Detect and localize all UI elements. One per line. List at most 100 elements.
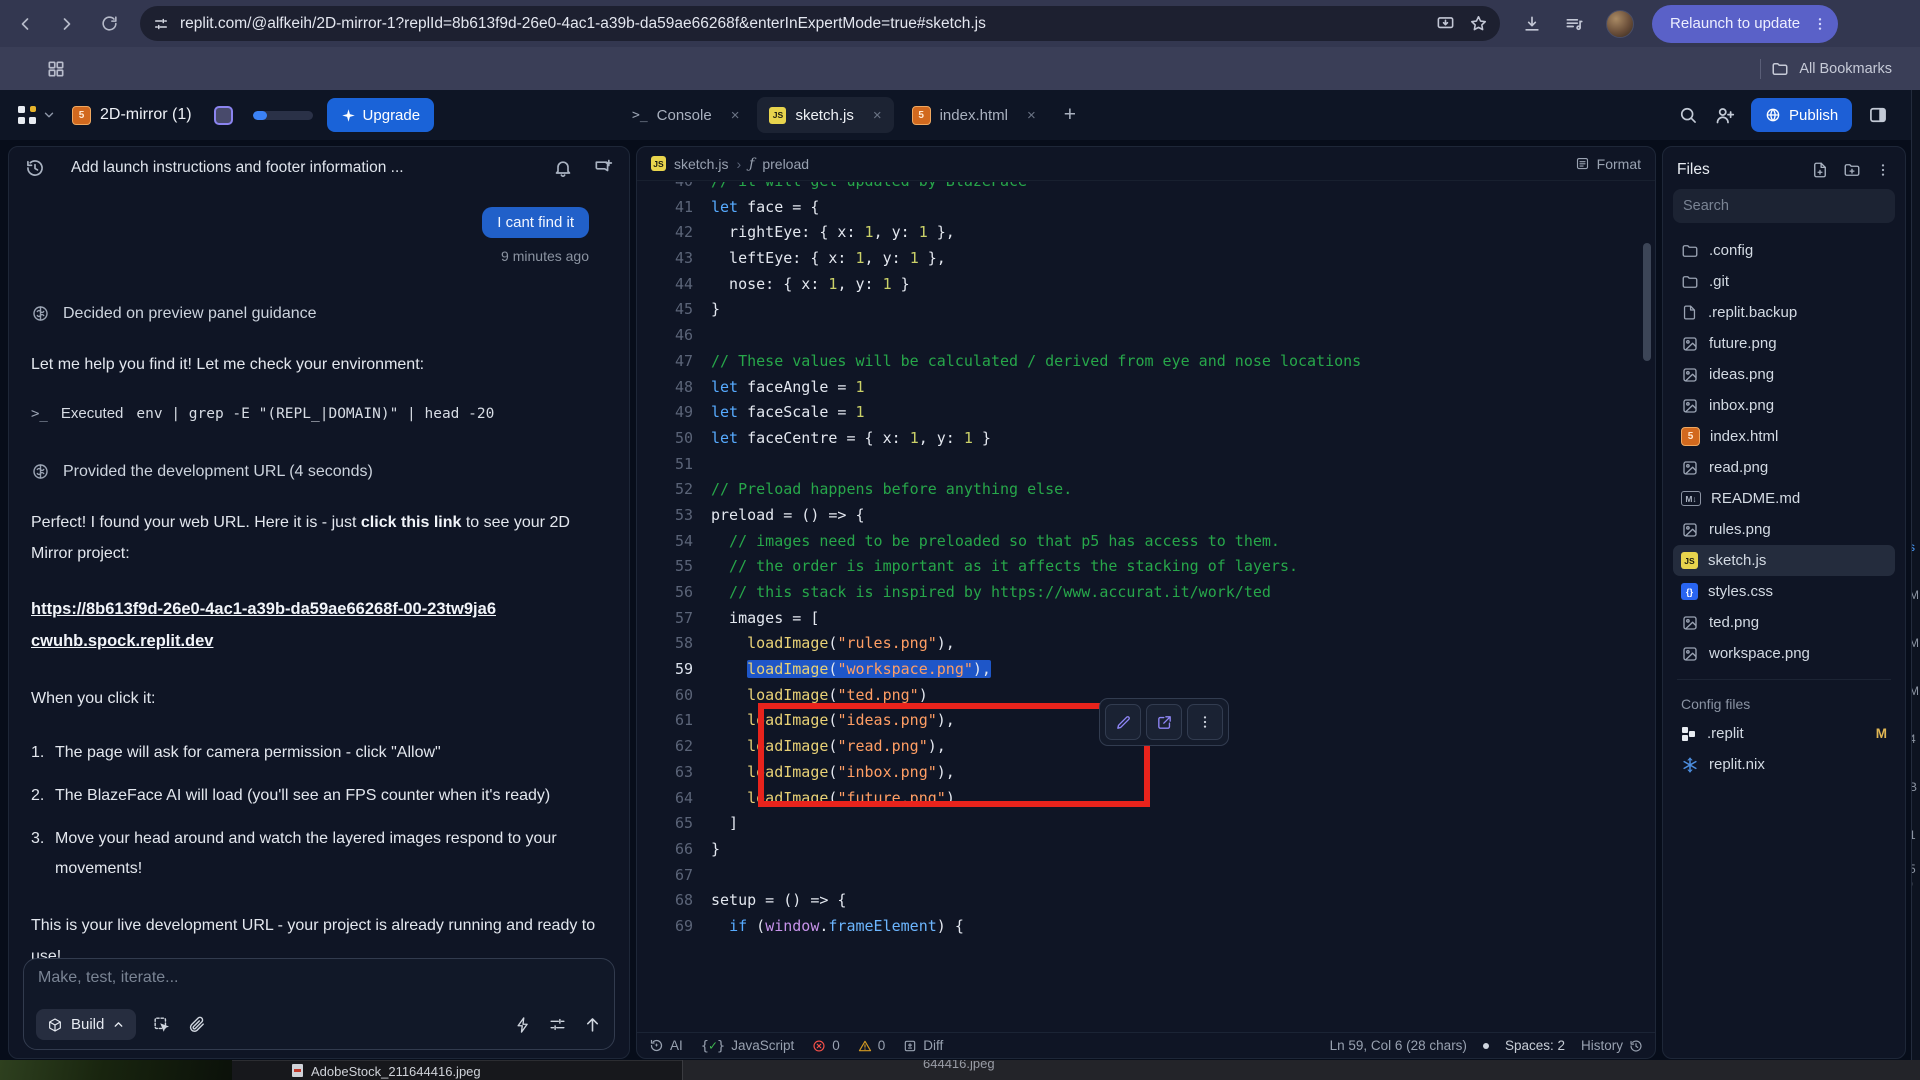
- file-row-readme-md[interactable]: M↓README.md: [1673, 483, 1895, 514]
- error-count[interactable]: 0: [812, 1038, 840, 1053]
- back-button[interactable]: [8, 7, 42, 41]
- search-icon[interactable]: [1678, 105, 1698, 125]
- file-row-styles-css[interactable]: {}styles.css: [1673, 576, 1895, 607]
- all-bookmarks[interactable]: All Bookmarks: [1760, 59, 1892, 79]
- history-icon[interactable]: [25, 158, 45, 178]
- close-icon[interactable]: ×: [1027, 107, 1036, 124]
- code-line[interactable]: 50let faceCentre = { x: 1, y: 1 }: [637, 426, 1655, 452]
- format-button[interactable]: Format: [1575, 156, 1641, 172]
- url-text[interactable]: replit.com/@alfkeih/2D-mirror-1?replId=8…: [180, 15, 1422, 33]
- browser-menu-icon[interactable]: [1812, 16, 1828, 32]
- ai-status[interactable]: AI: [649, 1038, 683, 1053]
- code-line[interactable]: 56 // this stack is inspired by https://…: [637, 580, 1655, 606]
- file-row-replit-nix[interactable]: replit.nix: [1673, 749, 1895, 780]
- diff-toggle[interactable]: Diff: [903, 1038, 943, 1053]
- code-line[interactable]: 57 images = [: [637, 606, 1655, 632]
- file-row--replit[interactable]: .replitM: [1673, 718, 1895, 749]
- reload-button[interactable]: [92, 7, 126, 41]
- code-line[interactable]: 67: [637, 863, 1655, 889]
- editor-scrollbar[interactable]: [1643, 243, 1651, 361]
- tab-index-html[interactable]: 5 index.html ×: [900, 97, 1048, 133]
- code-line[interactable]: 40// it will get updated by BlazeFace: [637, 182, 1655, 195]
- code-line[interactable]: 65 ]: [637, 811, 1655, 837]
- breadcrumb-symbol[interactable]: preload: [762, 156, 809, 172]
- file-row--git[interactable]: .git: [1673, 266, 1895, 297]
- code-line[interactable]: 58 loadImage("rules.png"),: [637, 631, 1655, 657]
- new-file-icon[interactable]: [1811, 161, 1829, 179]
- code-line[interactable]: 51: [637, 452, 1655, 478]
- file-row-sketch-js[interactable]: JSsketch.js: [1673, 545, 1895, 576]
- file-row-read-png[interactable]: read.png: [1673, 452, 1895, 483]
- close-icon[interactable]: ×: [873, 107, 882, 124]
- stop-button[interactable]: [214, 106, 233, 125]
- code-line[interactable]: 69 if (window.frameElement) {: [637, 914, 1655, 940]
- close-icon[interactable]: ×: [731, 107, 740, 124]
- code-line[interactable]: 53preload = () => {: [637, 503, 1655, 529]
- project-name[interactable]: 2D-mirror (1): [100, 106, 192, 124]
- tab-sketch-js[interactable]: JS sketch.js ×: [757, 97, 893, 133]
- new-folder-icon[interactable]: [1843, 161, 1861, 179]
- file-row--config[interactable]: .config: [1673, 235, 1895, 266]
- code-line[interactable]: 59 loadImage("workspace.png"),: [637, 657, 1655, 683]
- code-line[interactable]: 47// These values will be calculated / d…: [637, 349, 1655, 375]
- chat-input-box[interactable]: Build: [23, 958, 615, 1050]
- tab-console[interactable]: >_ Console ×: [620, 97, 751, 133]
- indent-setting[interactable]: Spaces: 2: [1505, 1038, 1565, 1053]
- new-tab-button[interactable]: +: [1064, 103, 1076, 127]
- file-row-ted-png[interactable]: ted.png: [1673, 607, 1895, 638]
- toggle-right-panel-icon[interactable]: [1868, 105, 1888, 125]
- warning-count[interactable]: 0: [858, 1038, 886, 1053]
- code-line[interactable]: 48let faceAngle = 1: [637, 375, 1655, 401]
- apps-grid-icon[interactable]: [46, 59, 66, 79]
- send-icon[interactable]: [583, 1015, 602, 1034]
- forward-button[interactable]: [50, 7, 84, 41]
- executed-command-row[interactable]: >_Executedenv | grep -E "(REPL_|DOMAIN)"…: [31, 405, 599, 422]
- quick-actions-icon[interactable]: [514, 1016, 532, 1034]
- files-menu-icon[interactable]: [1875, 161, 1891, 179]
- file-row-workspace-png[interactable]: workspace.png: [1673, 638, 1895, 669]
- avatar[interactable]: [1606, 10, 1634, 38]
- code-line[interactable]: 45}: [637, 297, 1655, 323]
- code-line[interactable]: 55 // the order is important as it affec…: [637, 554, 1655, 580]
- cursor-position[interactable]: Ln 59, Col 6 (28 chars): [1330, 1038, 1467, 1053]
- upgrade-button[interactable]: Upgrade: [327, 98, 435, 132]
- files-search[interactable]: [1673, 189, 1895, 223]
- settings-sliders-icon[interactable]: [548, 1015, 567, 1034]
- address-bar[interactable]: replit.com/@alfkeih/2D-mirror-1?replId=8…: [140, 6, 1500, 41]
- code-line[interactable]: 46: [637, 323, 1655, 349]
- file-row-index-html[interactable]: 5index.html: [1673, 421, 1895, 452]
- file-row--replit-backup[interactable]: .replit.backup: [1673, 297, 1895, 328]
- dev-url-link[interactable]: https://8b613f9d-26e0-4ac1-a39b-da59ae66…: [31, 593, 503, 657]
- edit-with-ai-button[interactable]: [1105, 704, 1141, 740]
- language-indicator[interactable]: {✓} JavaScript: [701, 1038, 794, 1054]
- publish-button[interactable]: Publish: [1751, 98, 1852, 132]
- file-row-ideas-png[interactable]: ideas.png: [1673, 359, 1895, 390]
- code-line[interactable]: 52// Preload happens before anything els…: [637, 477, 1655, 503]
- media-queue-icon[interactable]: [1564, 14, 1584, 34]
- chat-input[interactable]: [38, 969, 600, 987]
- downloads-icon[interactable]: [1522, 14, 1542, 34]
- new-chat-icon[interactable]: [593, 158, 613, 178]
- replit-logo-icon[interactable]: [18, 106, 36, 124]
- history-button[interactable]: History: [1581, 1038, 1643, 1053]
- install-app-icon[interactable]: [1436, 14, 1455, 33]
- bookmark-star-icon[interactable]: [1469, 14, 1488, 33]
- code-area[interactable]: 40// it will get updated by BlazeFace41l…: [637, 182, 1655, 1032]
- file-row-rules-png[interactable]: rules.png: [1673, 514, 1895, 545]
- file-row-future-png[interactable]: future.png: [1673, 328, 1895, 359]
- code-line[interactable]: 42 rightEye: { x: 1, y: 1 },: [637, 220, 1655, 246]
- invite-user-icon[interactable]: [1714, 105, 1735, 126]
- code-line[interactable]: 66}: [637, 837, 1655, 863]
- code-line[interactable]: 49let faceScale = 1: [637, 400, 1655, 426]
- agent-event-row[interactable]: Decided on preview panel guidance: [31, 304, 599, 323]
- code-line[interactable]: 54 // images need to be preloaded so tha…: [637, 529, 1655, 555]
- files-search-input[interactable]: [1683, 198, 1885, 214]
- agent-event-row[interactable]: Provided the development URL (4 seconds): [31, 462, 599, 481]
- relaunch-to-update-button[interactable]: Relaunch to update: [1652, 5, 1838, 43]
- code-line[interactable]: 43 leftEye: { x: 1, y: 1 },: [637, 246, 1655, 272]
- chevron-down-icon[interactable]: [42, 108, 56, 122]
- code-line[interactable]: 63 loadImage("inbox.png"),: [637, 760, 1655, 786]
- attach-file-icon[interactable]: [187, 1015, 206, 1034]
- chat-title[interactable]: Add launch instructions and footer infor…: [71, 159, 404, 177]
- file-row-inbox-png[interactable]: inbox.png: [1673, 390, 1895, 421]
